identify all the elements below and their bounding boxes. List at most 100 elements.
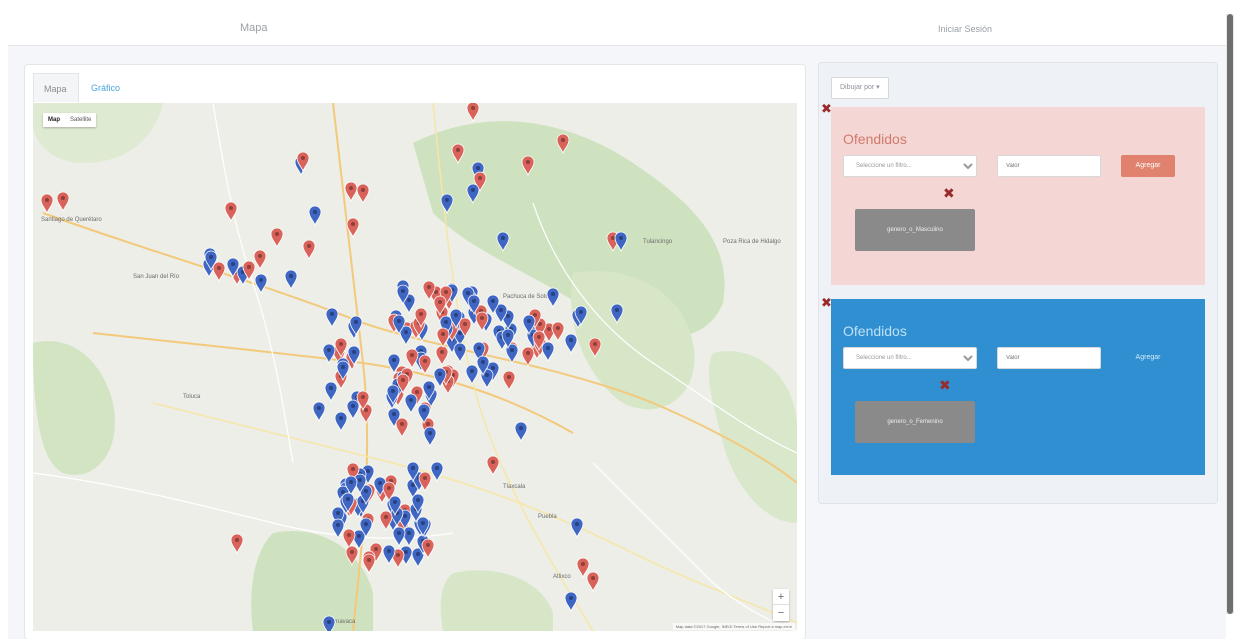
marker-dot [510,348,514,352]
marker-dot [374,547,378,551]
marker-dot [247,265,251,269]
marker-dot [275,232,279,236]
marker-dot [526,351,530,355]
marker-dot [401,289,405,293]
marker-dot [456,148,460,152]
marker-dot [421,521,425,525]
map-type-satellite[interactable]: Satellite [65,113,96,127]
marker-dot [611,236,615,240]
marker-dot [411,466,415,470]
login-link[interactable]: Iniciar Sesión [938,24,992,34]
marker-dot [313,210,317,214]
marker-dot [217,266,221,270]
marker-dot [387,549,391,553]
zoom-out-button[interactable]: − [773,605,789,621]
marker-dot [423,359,427,363]
remove-filter-icon[interactable]: ✖ [943,185,955,202]
marker-dot [419,312,423,316]
marker-dot [471,188,475,192]
marker-dot [301,156,305,160]
marker-dot [336,511,340,515]
filter-value-input[interactable] [997,347,1101,369]
marker-dot [404,550,408,554]
marker-dot [441,332,445,336]
marker-dot [351,467,355,471]
zoom-in-button[interactable]: + [773,589,789,605]
marker-dot [330,312,334,316]
marker-dot [427,385,431,389]
filter-card-2: Ofendidos Seleccione un filtro... Agrega… [831,299,1205,475]
filter-chip[interactable]: genero_o_Masculino [855,209,975,251]
marker-dot [327,620,331,624]
marker-dot [364,522,368,526]
card-title: Ofendidos [843,131,907,147]
place-label: Tlaxcala [503,484,526,490]
marker-dot [491,366,495,370]
marker-dot [384,515,388,519]
brand-link[interactable]: Mapa [240,22,268,34]
remove-filter-icon[interactable]: ✖ [939,377,951,394]
tab-chart[interactable]: Gráfico [81,73,130,103]
map-tiles[interactable]: Santiago de Querétaro San Juan del Río Pac… [33,103,797,631]
filter-chip[interactable]: genero_o_Femenino [855,401,975,443]
marker-dot [426,422,430,426]
filter-value-input[interactable] [997,155,1101,177]
place-label: Atlixco [553,574,571,580]
place-label: Santiago de Querétaro [41,217,102,223]
marker-dot [416,552,420,556]
marker-dot [499,308,503,312]
marker-dot [392,358,396,362]
marker-dot [354,320,358,324]
marker-dot [317,406,321,410]
marker-dot [470,369,474,373]
filter-select[interactable]: Seleccione un filtro... [843,155,977,177]
marker-dot [349,480,353,484]
page-scrollbar[interactable] [1226,14,1234,614]
marker-dot [235,538,239,542]
marker-dot [258,254,262,258]
marker-dot [397,319,401,323]
tab-map[interactable]: Mapa [33,73,79,103]
filter-card-1: Ofendidos Seleccione un filtro... Agrega… [831,107,1205,285]
map-canvas[interactable]: Santiago de Querétaro San Juan del Río Pac… [33,103,797,631]
marker-dot [358,478,362,482]
marker-dot [445,198,449,202]
marker-dot [367,558,371,562]
marker-dot [259,278,263,282]
marker-dot [547,327,551,331]
marker-dot [350,550,354,554]
marker-dot [561,138,565,142]
marker-dot [477,346,481,350]
place-label: Poza Rica de Hidalgo [723,239,781,245]
marker-dot [438,372,442,376]
marker-dot [501,236,505,240]
add-filter-button[interactable]: Agregar [1121,155,1175,177]
marker-dot [396,553,400,557]
marker-dot [209,255,213,259]
marker-dot [575,522,579,526]
marker-dot [361,395,365,399]
marker-dot [364,489,368,493]
marker-dot [519,426,523,430]
marker-dot [579,310,583,314]
marker-dot [427,285,431,289]
marker-dot [478,176,482,180]
marker-dot [336,523,340,527]
marker-dot [409,398,413,402]
marker-dot [556,326,560,330]
marker-dot [458,331,462,335]
draw-by-dropdown[interactable]: Dibujar por ▾ [831,77,889,99]
map-attribution: Map data ©2017 Google, INEGI Terms of Us… [672,623,795,630]
marker-dot [454,313,458,317]
marker-dot [346,497,350,501]
marker-dot [404,330,408,334]
add-filter-button[interactable]: Agregar [1121,347,1175,369]
marker-dot [45,198,49,202]
marker-dot [401,378,405,382]
marker-dot [480,316,484,320]
map-type-map[interactable]: Map [43,113,65,127]
marker-dot [329,386,333,390]
scrollbar-thumb[interactable] [1227,14,1233,614]
marker-dot [422,408,426,412]
filter-select[interactable]: Seleccione un filtro... [843,347,977,369]
